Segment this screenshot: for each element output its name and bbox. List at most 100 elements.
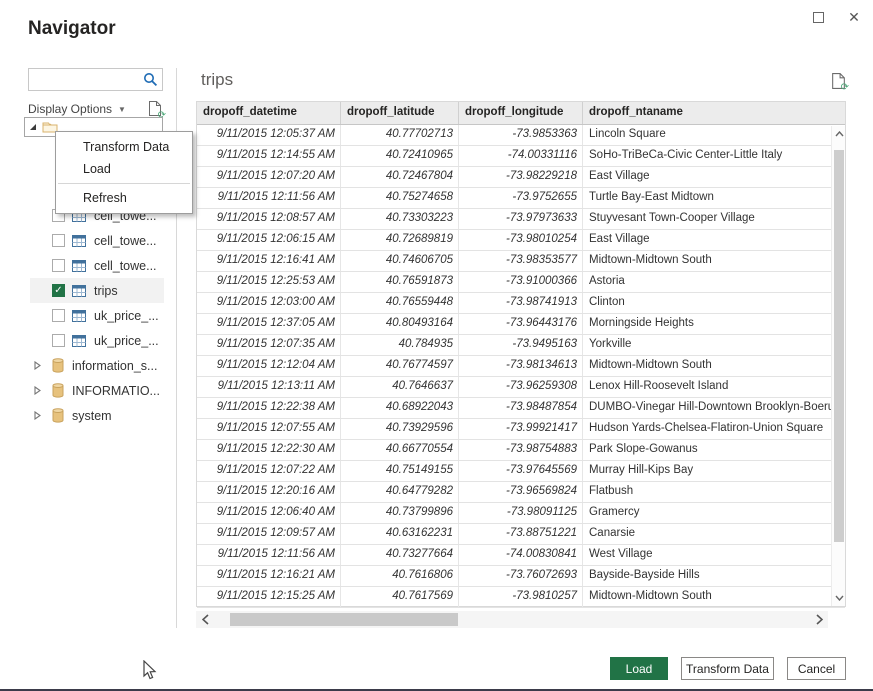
cell-dropoff_longitude: -73.98010254 [459,230,583,250]
tree-item-uk-price[interactable]: uk_price_... [30,303,164,328]
menu-item-load[interactable]: Load [56,158,192,180]
cell-dropoff_datetime: 9/11/2015 12:22:38 AM [197,398,341,418]
cell-dropoff_longitude: -73.98091125 [459,503,583,523]
transform-data-button[interactable]: Transform Data [681,657,774,680]
cell-dropoff_datetime: 9/11/2015 12:06:15 AM [197,230,341,250]
load-button[interactable]: Load [610,657,668,680]
checkbox[interactable] [52,234,65,247]
chevron-down-icon: ▼ [118,105,126,114]
column-header-dropoff_latitude[interactable]: dropoff_latitude [341,102,459,124]
scroll-up-icon[interactable] [832,126,846,142]
chevron-right-icon[interactable] [34,411,43,420]
cell-dropoff_ntaname: Canarsie [583,524,832,544]
chevron-right-icon[interactable] [34,361,43,370]
cell-dropoff_longitude: -73.9810257 [459,587,583,607]
table-row: 9/11/2015 12:03:00 AM40.76559448-73.9874… [197,293,845,314]
table-row: 9/11/2015 12:22:38 AM40.68922043-73.9848… [197,398,845,419]
scroll-left-icon[interactable] [196,611,214,628]
checkbox[interactable] [52,309,65,322]
cell-dropoff_ntaname: Murray Hill-Kips Bay [583,461,832,481]
table-row: 9/11/2015 12:07:55 AM40.73929596-73.9992… [197,419,845,440]
cell-dropoff_latitude: 40.7616806 [341,566,459,586]
horizontal-scroll-thumb[interactable] [230,613,458,626]
navigator-dialog: Navigator ✕ Display Options ▼ ⟳ cell_tow… [0,0,873,691]
tree-item-label: cell_towe... [94,234,157,248]
checkbox[interactable] [52,334,65,347]
tree-item-cell-towe[interactable]: cell_towe... [30,253,164,278]
cell-dropoff_ntaname: Bayside-Bayside Hills [583,566,832,586]
cell-dropoff_longitude: -73.98134613 [459,356,583,376]
table-row: 9/11/2015 12:05:37 AM40.77702713-73.9853… [197,125,845,146]
tree-item-trips[interactable]: ✓ trips [30,278,164,303]
cell-dropoff_ntaname: Midtown-Midtown South [583,356,832,376]
tree-item-label: trips [94,284,118,298]
cell-dropoff_datetime: 9/11/2015 12:08:57 AM [197,209,341,229]
chevron-right-icon[interactable] [34,386,43,395]
tree-item-system[interactable]: system [30,403,164,428]
cell-dropoff_longitude: -74.00830841 [459,545,583,565]
table-row: 9/11/2015 12:07:35 AM40.784935-73.949516… [197,335,845,356]
cell-dropoff_ntaname: Park Slope-Gowanus [583,440,832,460]
cell-dropoff_ntaname: Yorkville [583,335,832,355]
table-row: 9/11/2015 12:16:41 AM40.74606705-73.9835… [197,251,845,272]
cell-dropoff_ntaname: Gramercy [583,503,832,523]
cell-dropoff_datetime: 9/11/2015 12:16:21 AM [197,566,341,586]
column-header-dropoff_longitude[interactable]: dropoff_longitude [459,102,583,124]
table-row: 9/11/2015 12:37:05 AM40.80493164-73.9644… [197,314,845,335]
tree-item-information-s[interactable]: information_s... [30,353,164,378]
table-icon [72,285,86,297]
refresh-preview-icon[interactable]: ⟳ [148,100,163,118]
refresh-preview-icon[interactable]: ⟳ [831,72,846,90]
vertical-scroll-thumb[interactable] [834,150,844,542]
column-header-dropoff_ntaname[interactable]: dropoff_ntaname [583,102,832,124]
scroll-right-icon[interactable] [810,611,828,628]
cell-dropoff_longitude: -73.98741913 [459,293,583,313]
display-options[interactable]: Display Options ▼ ⟳ [28,101,163,117]
cell-dropoff_latitude: 40.7617569 [341,587,459,607]
cell-dropoff_datetime: 9/11/2015 12:07:22 AM [197,461,341,481]
cell-dropoff_ntaname: Clinton [583,293,832,313]
checkbox[interactable]: ✓ [52,284,65,297]
search-input[interactable] [33,70,141,89]
table-row: 9/11/2015 12:06:15 AM40.72689819-73.9801… [197,230,845,251]
cell-dropoff_datetime: 9/11/2015 12:03:00 AM [197,293,341,313]
table-icon [72,260,86,272]
tree-item-cell-towe[interactable]: cell_towe... [30,228,164,253]
cell-dropoff_ntaname: West Village [583,545,832,565]
tree-list: cell_towe...cell_towe...cell_towe...✓tri… [30,203,164,428]
checkbox[interactable] [52,259,65,272]
cell-dropoff_ntaname: Astoria [583,272,832,292]
cell-dropoff_latitude: 40.72467804 [341,167,459,187]
display-options-label: Display Options [28,102,112,116]
cancel-button[interactable]: Cancel [787,657,846,680]
table-row: 9/11/2015 12:16:21 AM40.7616806-73.76072… [197,566,845,587]
cell-dropoff_latitude: 40.75149155 [341,461,459,481]
tree-item-informatio[interactable]: INFORMATIO... [30,378,164,403]
dialog-title: Navigator [28,18,116,40]
cell-dropoff_latitude: 40.74606705 [341,251,459,271]
cell-dropoff_latitude: 40.63162231 [341,524,459,544]
menu-item-transform-data[interactable]: Transform Data [56,136,192,158]
tree-item-uk-price[interactable]: uk_price_... [30,328,164,353]
search-box [28,68,163,91]
expanded-arrow-icon [29,123,37,131]
context-menu: Transform Data Load Refresh [55,131,193,214]
column-header-dropoff_datetime[interactable]: dropoff_datetime [197,102,341,124]
menu-item-refresh[interactable]: Refresh [56,187,192,209]
cell-dropoff_longitude: -73.76072693 [459,566,583,586]
table-row: 9/11/2015 12:22:30 AM40.66770554-73.9875… [197,440,845,461]
horizontal-scrollbar[interactable] [196,611,828,628]
cell-dropoff_datetime: 9/11/2015 12:07:20 AM [197,167,341,187]
tree-item-label: information_s... [72,359,157,373]
scroll-down-icon[interactable] [832,590,846,606]
vertical-scrollbar[interactable] [831,126,845,606]
cell-dropoff_longitude: -74.00331116 [459,146,583,166]
close-button[interactable]: ✕ [845,8,863,26]
tree-item-label: cell_towe... [94,259,157,273]
close-icon: ✕ [848,9,860,26]
table-row: 9/11/2015 12:09:57 AM40.63162231-73.8875… [197,524,845,545]
cell-dropoff_latitude: 40.76559448 [341,293,459,313]
cell-dropoff_latitude: 40.77702713 [341,125,459,145]
maximize-button[interactable] [809,8,827,26]
cell-dropoff_datetime: 9/11/2015 12:07:55 AM [197,419,341,439]
